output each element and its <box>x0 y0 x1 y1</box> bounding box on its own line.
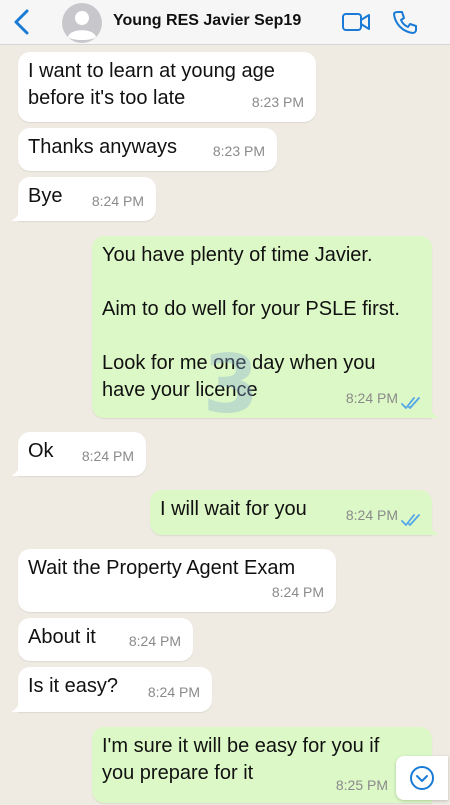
back-chevron-icon[interactable] <box>8 6 38 38</box>
message-timestamp: 8:23 PM <box>251 94 304 110</box>
bubble-tail-icon <box>11 698 23 712</box>
read-receipt-icon <box>401 514 420 526</box>
message-timestamp: 8:25 PM <box>335 777 388 793</box>
message-timestamp: 8:24 PM <box>128 633 181 649</box>
message-timestamp: 8:24 PM <box>345 390 398 406</box>
bubble-tail-icon <box>427 521 439 535</box>
message-bubble-incoming[interactable]: Thanks anyways 8:23 PM <box>18 128 277 171</box>
message-bubble-incoming[interactable]: Is it easy? 8:24 PM <box>11 667 212 712</box>
message-bubble-incoming[interactable]: About it 8:24 PM <box>18 618 193 661</box>
message-bubble-incoming[interactable]: Ok 8:24 PM <box>11 432 146 476</box>
read-receipt-icon <box>401 397 420 409</box>
message-text: Wait the Property Agent Exam <box>28 557 296 579</box>
message-timestamp: 8:24 PM <box>81 448 134 464</box>
message-bubble-outgoing[interactable]: I'm sure it will be easy for you if you … <box>92 727 432 803</box>
message-timestamp: 8:24 PM <box>271 584 324 600</box>
watermark: 3 <box>203 338 259 431</box>
message-bubble-outgoing[interactable]: I will wait for you 8:24 PM <box>150 490 439 535</box>
bubble-tail-icon <box>427 404 439 418</box>
message-timestamp: 8:24 PM <box>91 193 144 209</box>
chevron-down-icon <box>410 766 434 790</box>
message-timestamp: 8:23 PM <box>212 143 265 159</box>
message-timestamp: 8:24 PM <box>147 684 200 700</box>
bubble-tail-icon <box>11 207 23 221</box>
bubble-tail-icon <box>11 462 23 476</box>
scroll-to-bottom-button[interactable] <box>396 756 448 800</box>
contact-name[interactable]: Young RES Javier Sep19 <box>113 12 301 30</box>
video-call-icon[interactable] <box>341 10 371 34</box>
message-bubble-incoming[interactable]: Wait the Property Agent Exam 8:24 PM <box>18 549 336 612</box>
message-bubble-outgoing[interactable]: You have plenty of time Javier. Aim to d… <box>92 236 439 418</box>
message-text: You have plenty of time Javier. Aim to d… <box>102 244 400 401</box>
phone-call-icon[interactable] <box>392 9 418 35</box>
message-bubble-incoming[interactable]: Bye 8:24 PM <box>11 177 156 221</box>
message-timestamp: 8:24 PM <box>345 507 398 523</box>
chat-header: Young RES Javier Sep19 <box>0 0 450 45</box>
avatar[interactable] <box>62 3 102 43</box>
message-bubble-incoming[interactable]: I want to learn at young age before it's… <box>18 52 316 122</box>
